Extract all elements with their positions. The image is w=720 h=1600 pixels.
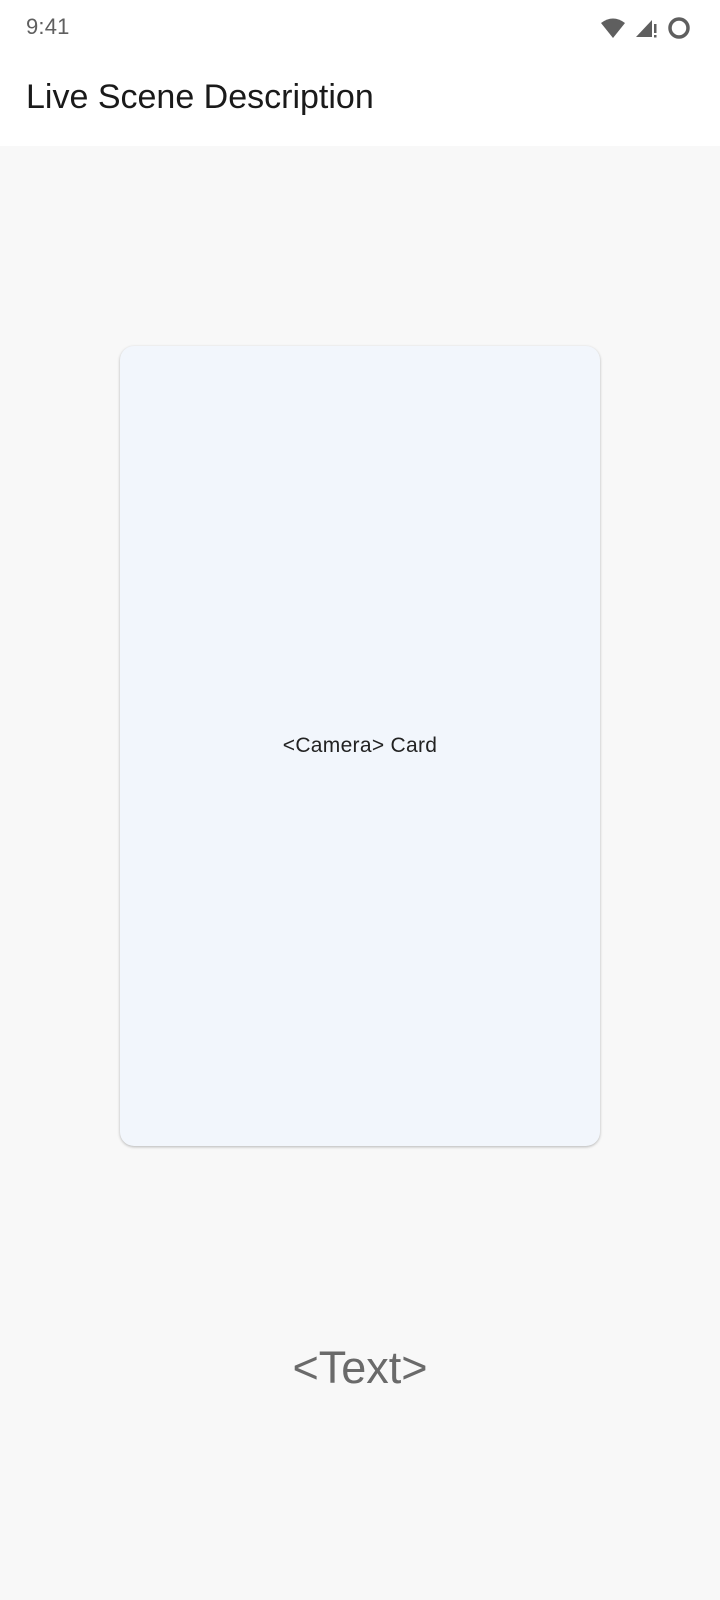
- camera-card-label: <Camera> Card: [282, 734, 438, 757]
- status-icons: [600, 15, 692, 41]
- status-bar: 9:41: [0, 0, 720, 56]
- camera-card[interactable]: <Camera> Card: [120, 346, 600, 1146]
- wifi-icon: [600, 17, 626, 39]
- scene-description-text: <Text>: [292, 1342, 428, 1393]
- main-content: <Camera> Card <Text>: [0, 146, 720, 1600]
- status-time: 9:41: [26, 14, 70, 39]
- page-title: Live Scene Description: [26, 78, 374, 116]
- app-bar: Live Scene Description: [0, 56, 720, 146]
- cellular-signal-icon: [634, 17, 658, 39]
- battery-icon: [666, 15, 692, 41]
